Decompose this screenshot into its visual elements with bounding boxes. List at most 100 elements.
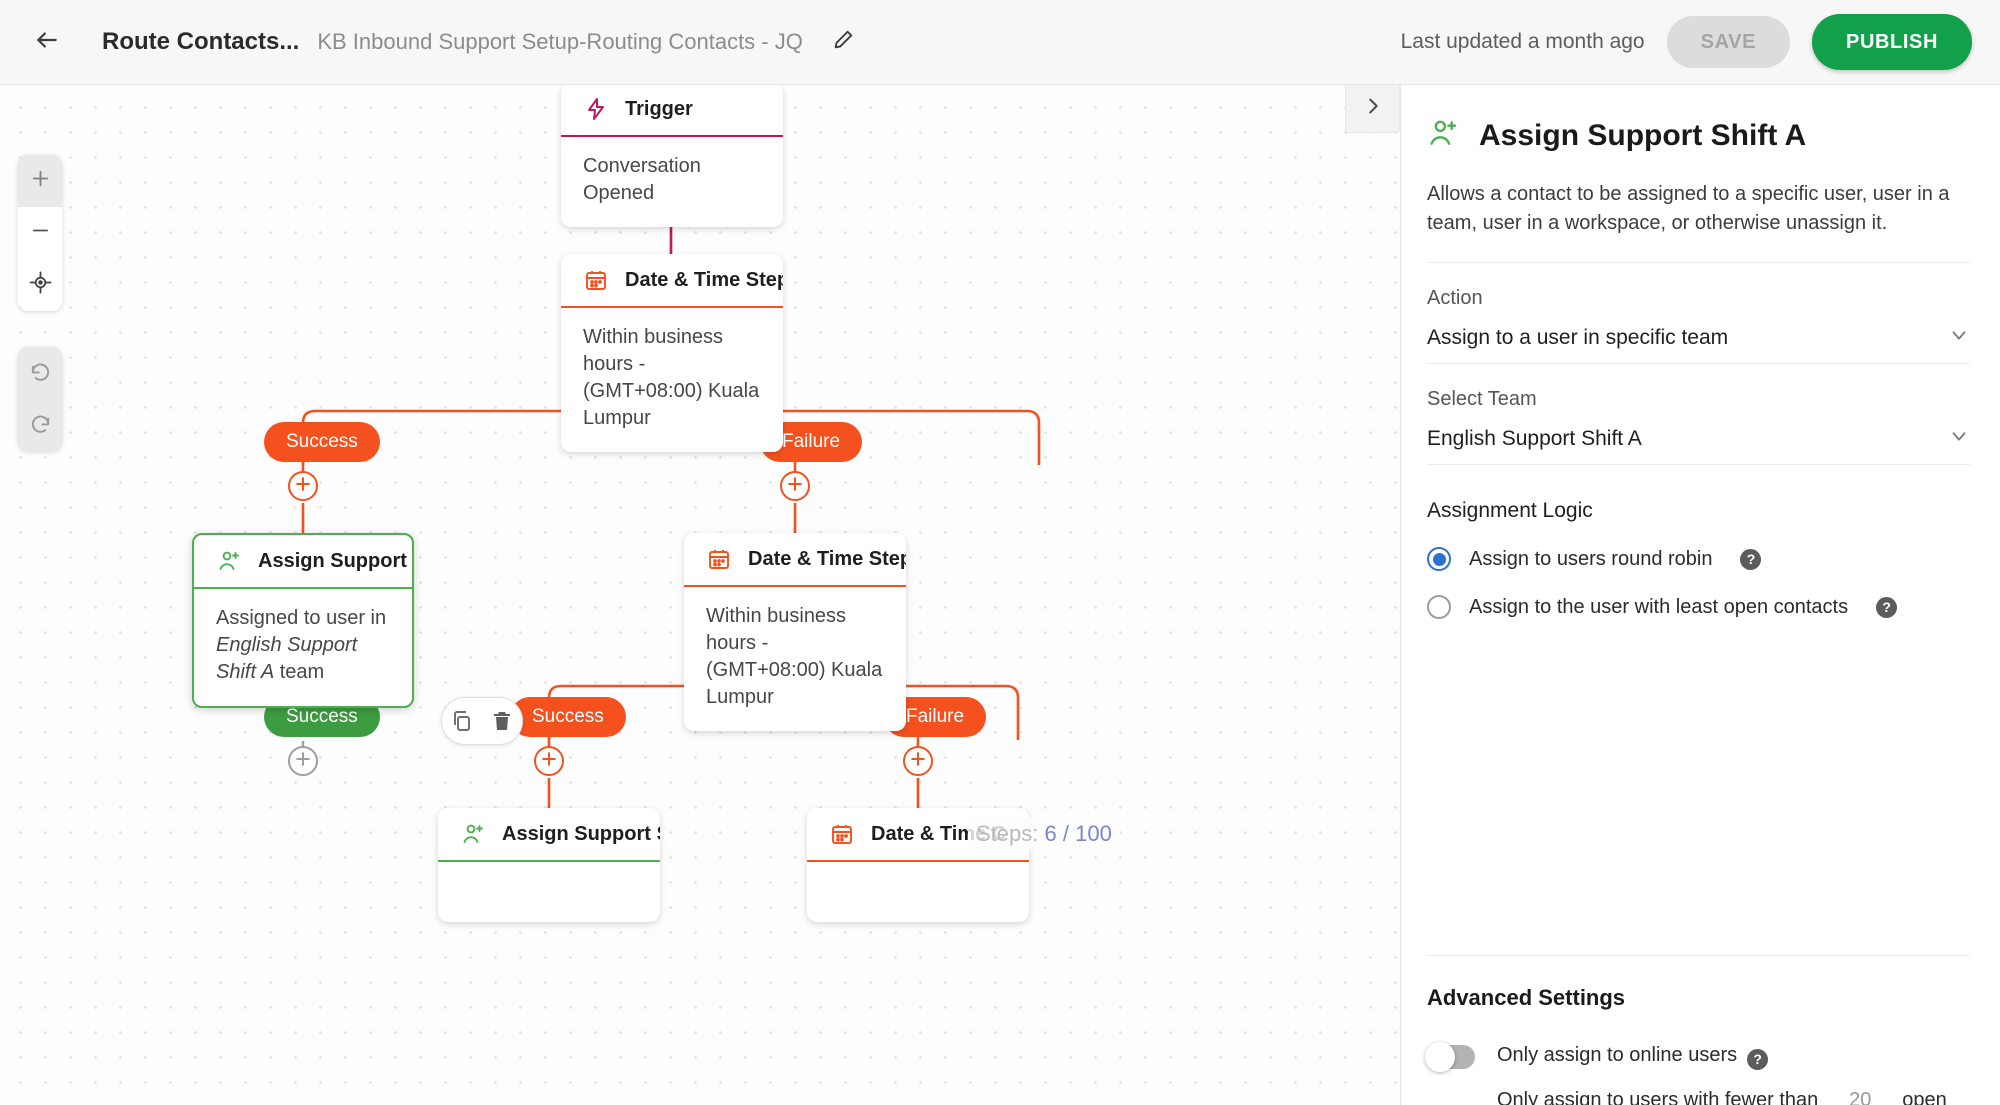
add-step-failure-a-button[interactable]: [780, 471, 810, 501]
panel-title: Assign Support Shift A: [1479, 118, 1807, 152]
history-controls: [18, 347, 62, 451]
calendar-icon: [706, 546, 732, 572]
team-select[interactable]: English Support Shift A: [1427, 425, 1970, 465]
plus-icon: [293, 749, 313, 774]
save-button[interactable]: SAVE: [1666, 16, 1791, 68]
plus-icon: [908, 749, 928, 774]
back-button[interactable]: [20, 15, 74, 69]
node-assign-a-body: Assigned to user in English Support Shif…: [194, 589, 412, 706]
plus-icon: [293, 474, 313, 499]
pencil-icon: [832, 29, 854, 56]
node-datetime-b-header: Date & Time Step B: [684, 533, 906, 585]
toggle-online-users[interactable]: [1425, 1041, 1475, 1072]
node-assign-b-title: Assign Support Shift B: [502, 822, 660, 845]
badge-success-a[interactable]: Success: [264, 422, 380, 462]
undo-button[interactable]: [18, 347, 62, 399]
node-assign-b[interactable]: Assign Support Shift B: [438, 808, 660, 922]
add-step-success-b-button[interactable]: [534, 746, 564, 776]
node-trigger-header: Trigger: [561, 85, 783, 135]
max-open-contacts-input[interactable]: 20: [1828, 1085, 1892, 1105]
toggle-online-users-row[interactable]: Only assign to online users?: [1425, 1040, 1769, 1072]
toggle-fewer-contacts-pre: Only assign to users with fewer than: [1497, 1089, 1819, 1105]
panel-divider-1: [1427, 262, 1970, 263]
node-trigger[interactable]: Trigger Conversation Opened: [561, 85, 783, 227]
plus-icon: [785, 474, 805, 499]
toggle-online-users-text: Only assign to online users: [1497, 1044, 1738, 1066]
panel-description: Allows a contact to be assigned to a spe…: [1427, 183, 1950, 234]
top-bar: Route Contacts... KB Inbound Support Set…: [0, 0, 2000, 85]
zoom-controls: [18, 155, 62, 311]
chevron-right-icon: [1362, 95, 1384, 122]
node-assign-a-body-post: team: [274, 660, 325, 683]
action-select-value: Assign to a user in specific team: [1427, 325, 1729, 349]
action-select[interactable]: Assign to a user in specific team: [1427, 324, 1970, 364]
steps-counter-label: Steps:: [976, 821, 1039, 846]
radio-round-robin[interactable]: Assign to users round robin ?: [1427, 547, 1970, 571]
plus-icon: [539, 749, 559, 774]
node-trigger-title: Trigger: [625, 97, 693, 120]
radio-least-open-indicator[interactable]: [1427, 595, 1451, 619]
page-title: Route Contacts...: [102, 28, 300, 55]
add-step-after-assign-a-button[interactable]: [288, 746, 318, 776]
assignment-logic-label: Assignment Logic: [1427, 499, 1593, 522]
help-icon-round-robin[interactable]: ?: [1740, 548, 1762, 570]
step-settings-panel: Assign Support Shift A Allows a contact …: [1400, 85, 2000, 1105]
node-datetime-a[interactable]: Date & Time Step A Within business hours…: [561, 254, 783, 452]
action-label: Action: [1427, 287, 1483, 309]
node-assign-b-body: [438, 862, 660, 922]
node-action-toolbar[interactable]: [441, 697, 523, 745]
plus-icon: [29, 167, 52, 195]
publish-button[interactable]: PUBLISH: [1812, 14, 1972, 70]
node-assign-a-header: Assign Support Shift A: [194, 535, 412, 587]
chevron-down-icon: [1948, 425, 1970, 452]
node-datetime-a-title: Date & Time Step A: [625, 268, 783, 291]
flow-canvas[interactable]: Success Failure Success Success Failure …: [0, 85, 1400, 1105]
assign-user-icon: [460, 821, 486, 847]
assign-user-icon: [1427, 117, 1459, 154]
minus-icon: [29, 219, 52, 247]
node-datetime-b-body-line2: (GMT+08:00) Kuala Lumpur: [706, 658, 883, 708]
radio-round-robin-label: Assign to users round robin: [1469, 547, 1713, 570]
node-assign-a-body-pre: Assigned to user in: [216, 606, 387, 629]
radio-least-open[interactable]: Assign to the user with least open conta…: [1427, 595, 1970, 619]
add-step-failure-b-button[interactable]: [903, 746, 933, 776]
node-assign-b-header: Assign Support Shift B: [438, 808, 660, 860]
toggle-online-users-label: Only assign to online users?: [1497, 1040, 1769, 1070]
collapse-panel-button[interactable]: [1345, 85, 1400, 133]
node-datetime-b-body-line1: Within business hours -: [706, 604, 847, 654]
toggle-fewer-contacts-row[interactable]: Only assign to users with fewer than 20 op…: [1427, 1085, 1947, 1105]
copy-icon[interactable]: [448, 707, 476, 735]
calendar-icon: [583, 267, 609, 293]
assign-user-icon: [216, 548, 242, 574]
node-datetime-b-title: Date & Time Step B: [748, 547, 906, 570]
steps-counter-max: 100: [1075, 821, 1112, 846]
node-assign-a-title: Assign Support Shift A: [258, 549, 412, 572]
zoom-out-button[interactable]: [18, 207, 62, 259]
undo-icon: [29, 359, 52, 387]
zoom-in-button[interactable]: [18, 155, 62, 207]
add-step-success-a-button[interactable]: [288, 471, 318, 501]
help-icon-least-open[interactable]: ?: [1876, 596, 1898, 618]
recenter-button[interactable]: [18, 259, 62, 311]
redo-icon: [29, 411, 52, 439]
node-datetime-b[interactable]: Date & Time Step B Within business hours…: [684, 533, 906, 731]
node-datetime-a-body-line1: Within business hours -: [583, 325, 724, 375]
trash-icon[interactable]: [488, 707, 516, 735]
crosshair-icon: [29, 271, 52, 299]
redo-button[interactable]: [18, 399, 62, 451]
node-trigger-body: Conversation Opened: [583, 154, 701, 204]
calendar-icon: [829, 821, 855, 847]
panel-divider-advanced: [1427, 955, 1970, 956]
arrow-left-icon: [34, 27, 60, 58]
lightning-icon: [583, 96, 609, 122]
team-label: Select Team: [1427, 388, 1537, 410]
edit-title-button[interactable]: [825, 24, 861, 60]
radio-least-open-label: Assign to the user with least open conta…: [1469, 595, 1849, 618]
radio-round-robin-indicator[interactable]: [1427, 547, 1451, 571]
node-datetime-a-body: Within business hours - (GMT+08:00) Kual…: [561, 308, 783, 452]
flow-subtitle: KB Inbound Support Setup-Routing Contact…: [317, 29, 803, 54]
badge-success-b[interactable]: Success: [510, 697, 626, 737]
node-assign-a[interactable]: Assign Support Shift A Assigned to user …: [192, 533, 414, 708]
help-icon-online-users[interactable]: ?: [1747, 1049, 1769, 1070]
node-datetime-b-body: Within business hours - (GMT+08:00) Kual…: [684, 587, 906, 731]
